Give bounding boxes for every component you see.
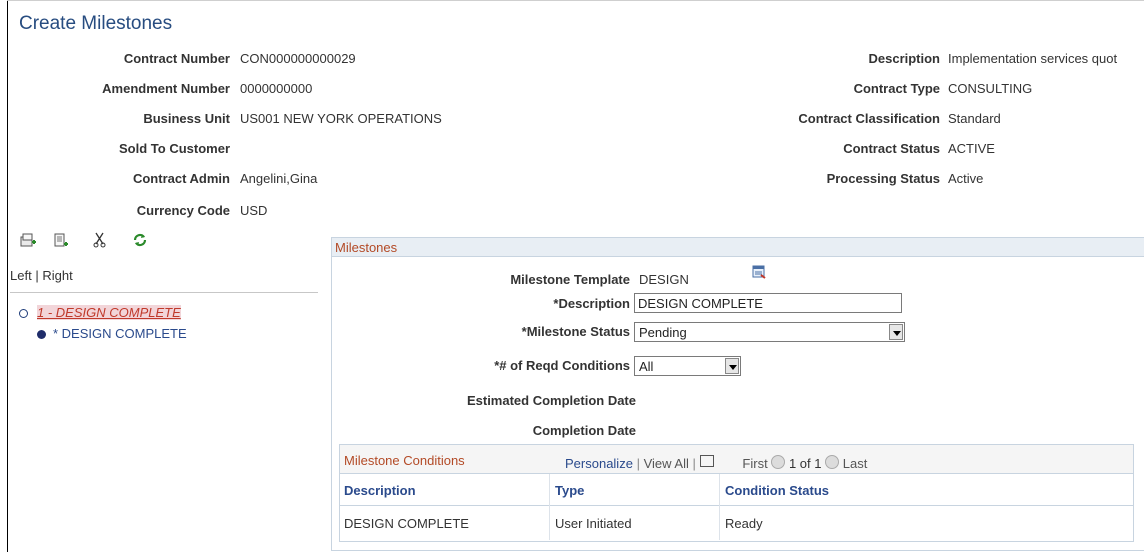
- page-frame-top: [7, 0, 1144, 1]
- contract-type-label: Contract Type: [853, 81, 940, 96]
- first-label: First: [742, 456, 768, 471]
- right-link[interactable]: Right: [42, 268, 72, 283]
- last-label: Last: [842, 456, 868, 471]
- milestone-conditions-grid: Milestone Conditions Personalize | View …: [339, 444, 1134, 542]
- column-header-description[interactable]: Description: [344, 483, 416, 498]
- left-right-separator: |: [35, 268, 39, 283]
- currency-code-label: Currency Code: [136, 203, 230, 218]
- contract-number-value: CON000000000029: [240, 51, 356, 66]
- filled-circle-icon: [37, 330, 46, 340]
- grid-title: Milestone Conditions: [344, 453, 465, 468]
- milestone-template-value: DESIGN: [639, 272, 689, 287]
- estimated-completion-date-label: Estimated Completion Date: [466, 393, 636, 408]
- column-divider: [719, 474, 720, 540]
- contract-status-value: ACTIVE: [948, 141, 995, 156]
- grid-navigation: Personalize | View All | First 1 of 1 La…: [565, 455, 868, 471]
- tree-separator: [10, 292, 318, 293]
- contract-type-value: CONSULTING: [948, 81, 1033, 96]
- column-header-condition-status[interactable]: Condition Status: [725, 483, 829, 498]
- column-divider: [549, 474, 550, 540]
- business-unit-value: US001 NEW YORK OPERATIONS: [240, 111, 442, 126]
- milestones-section-header: Milestones: [332, 238, 1144, 257]
- milestone-template-label: Milestone Template: [510, 272, 630, 287]
- reqd-conditions-value: All: [639, 359, 654, 374]
- milestone-status-select[interactable]: Pending: [634, 322, 905, 342]
- business-unit-label: Business Unit: [143, 111, 230, 126]
- contract-admin-label: Contract Admin: [132, 171, 230, 186]
- completion-date-label: Completion Date: [532, 423, 636, 438]
- page-title: Create Milestones: [19, 13, 173, 34]
- tree-node-condition[interactable]: * DESIGN COMPLETE: [37, 326, 187, 341]
- row-range: 1 of 1: [788, 456, 822, 471]
- tree-view-toggle: Left | Right: [10, 268, 73, 283]
- tree-node-milestone-label[interactable]: 1 - DESIGN COMPLETE: [37, 305, 181, 320]
- reqd-conditions-select[interactable]: All: [634, 356, 741, 376]
- cut-icon[interactable]: [91, 231, 109, 249]
- cell-description: DESIGN COMPLETE: [344, 516, 469, 531]
- contract-classification-value: Standard: [948, 111, 1001, 126]
- milestone-status-label: *Milestone Status: [521, 324, 630, 339]
- amendment-number-value: 0000000000: [240, 81, 313, 96]
- amendment-number-label: Amendment Number: [102, 81, 230, 96]
- description-value: Implementation services quot: [948, 51, 1118, 66]
- description-label: Description: [868, 51, 940, 66]
- template-lookup-icon[interactable]: [752, 265, 766, 279]
- view-all-link[interactable]: View All: [644, 456, 689, 471]
- open-circle-icon: [19, 309, 28, 319]
- description-field-label: *Description: [553, 296, 630, 311]
- milestones-section-title: Milestones: [335, 240, 398, 255]
- currency-code-value: USD: [240, 203, 268, 218]
- add-milestone-icon[interactable]: [19, 231, 37, 249]
- next-arrow-icon[interactable]: [825, 455, 840, 469]
- page-frame-left: [7, 0, 8, 552]
- cell-condition-status: Ready: [725, 516, 763, 531]
- tree-node-condition-label[interactable]: * DESIGN COMPLETE: [53, 326, 187, 341]
- sold-to-customer-label: Sold To Customer: [119, 141, 230, 156]
- chevron-down-icon: [725, 358, 739, 374]
- contract-admin-value: Angelini,Gina: [240, 171, 318, 186]
- contract-status-label: Contract Status: [843, 141, 940, 156]
- reqd-conditions-label: *# of Reqd Conditions: [494, 358, 630, 373]
- description-input[interactable]: [634, 293, 902, 313]
- refresh-icon[interactable]: [131, 231, 149, 249]
- contract-number-label: Contract Number: [123, 51, 230, 66]
- zoom-grid-icon[interactable]: [699, 455, 714, 467]
- previous-arrow-icon[interactable]: [771, 455, 786, 469]
- add-condition-icon[interactable]: [52, 231, 70, 249]
- processing-status-value: Active: [948, 171, 984, 186]
- tree-node-milestone[interactable]: 1 - DESIGN COMPLETE: [19, 305, 181, 320]
- cell-type: User Initiated: [555, 516, 632, 531]
- processing-status-label: Processing Status: [826, 171, 940, 186]
- personalize-link[interactable]: Personalize: [565, 456, 633, 471]
- grid-header: Milestone Conditions Personalize | View …: [340, 445, 1133, 474]
- contract-classification-label: Contract Classification: [798, 111, 940, 126]
- milestone-status-value: Pending: [639, 325, 687, 340]
- left-link[interactable]: Left: [10, 268, 32, 283]
- column-header-type[interactable]: Type: [555, 483, 584, 498]
- chevron-down-icon: [889, 324, 903, 340]
